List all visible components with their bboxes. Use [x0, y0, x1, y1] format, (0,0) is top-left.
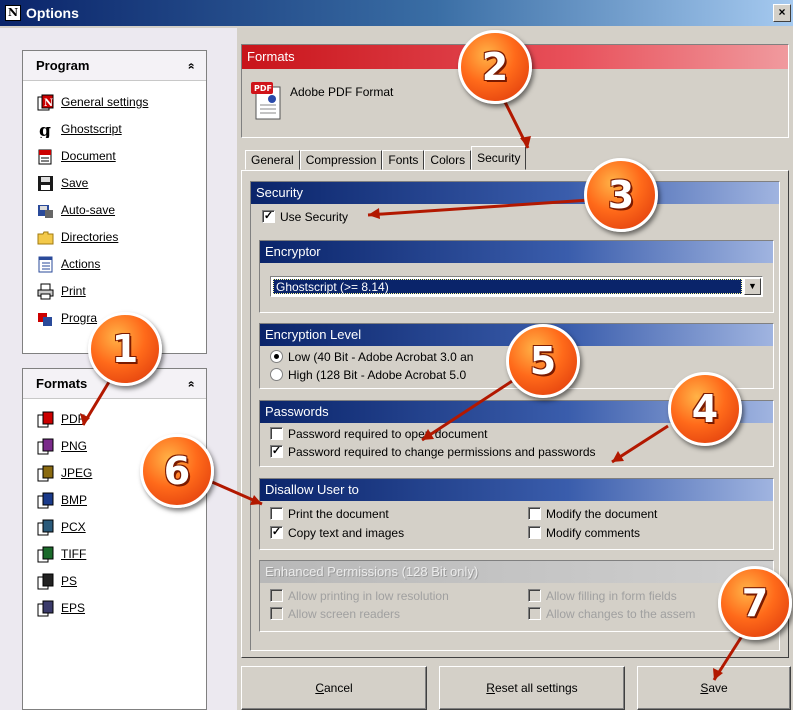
- allow-form-fill-checkbox[interactable]: Allow filling in form fields: [528, 589, 677, 603]
- pdf-document-icon: PDF: [251, 82, 281, 120]
- sidebar-item-document[interactable]: Document: [23, 146, 206, 173]
- tab-fonts[interactable]: Fonts: [382, 150, 425, 170]
- password-permissions-checkbox[interactable]: ✓ Password required to change permission…: [270, 445, 596, 459]
- enhanced-permissions-group: Enhanced Permissions (128 Bit only) Allo…: [259, 560, 774, 632]
- callout-5-badge: 5: [506, 324, 580, 398]
- sidebar-item-pcx[interactable]: PCX: [23, 517, 206, 544]
- save-button[interactable]: Save: [637, 666, 791, 710]
- encryptor-select[interactable]: Ghostscript (>= 8.14) ▼: [270, 276, 763, 297]
- disallow-comments-checkbox[interactable]: Modify comments: [528, 526, 640, 540]
- unchecked-box-icon[interactable]: [528, 607, 541, 620]
- disallow-print-checkbox[interactable]: Print the document: [270, 507, 389, 521]
- sidebar-item-save[interactable]: Save: [23, 173, 206, 200]
- callout-7-badge: 7: [718, 566, 792, 640]
- unchecked-box-icon[interactable]: [528, 507, 541, 520]
- checked-box-icon[interactable]: ✓: [270, 526, 283, 539]
- enhanced-section-title: Enhanced Permissions (128 Bit only): [260, 561, 773, 583]
- program-panel-header[interactable]: Program »: [23, 51, 206, 81]
- window-title: Options: [26, 5, 79, 21]
- disallow-modify-checkbox[interactable]: Modify the document: [528, 507, 657, 521]
- tab-colors[interactable]: Colors: [424, 150, 472, 170]
- tab-bar: General Compression Fonts Colors Securit…: [245, 146, 527, 170]
- reset-all-settings-button[interactable]: Reset all settings: [439, 666, 625, 710]
- password-open-checkbox[interactable]: Password required to open document: [270, 427, 487, 441]
- program-panel: Program » N General settings g Ghostscri…: [22, 50, 207, 354]
- svg-text:N: N: [44, 98, 53, 109]
- formats-panel-title: Formats: [36, 376, 88, 391]
- sidebar-item-actions[interactable]: Actions: [23, 254, 206, 281]
- sidebar-item-general-settings[interactable]: N General settings: [23, 92, 206, 119]
- formats-panel: Formats » PDF PNG JPEG BMP PCX TIFF PS E…: [22, 368, 207, 710]
- auto-save-icon: [38, 205, 53, 218]
- tab-general[interactable]: General: [245, 150, 300, 170]
- callout-3-badge: 3: [584, 158, 658, 232]
- pcx-format-icon: [37, 519, 54, 536]
- encryptor-section-title: Encryptor: [260, 241, 773, 263]
- use-security-checkbox[interactable]: ✓ Use Security: [262, 210, 348, 224]
- sidebar-item-tiff[interactable]: TIFF: [23, 544, 206, 571]
- document-icon: [38, 149, 52, 165]
- encryptor-selected-value: Ghostscript (>= 8.14): [273, 279, 742, 294]
- options-window: N Options × Program » N General settings…: [0, 0, 793, 710]
- unchecked-box-icon[interactable]: [270, 507, 283, 520]
- unchecked-box-icon[interactable]: [270, 427, 283, 440]
- sidebar-item-print[interactable]: Print: [23, 281, 206, 308]
- collapse-chevron-icon[interactable]: »: [176, 63, 206, 70]
- allow-low-res-print-checkbox[interactable]: Allow printing in low resolution: [270, 589, 449, 603]
- callout-2-badge: 2: [458, 30, 532, 104]
- radio-unselected-icon[interactable]: [270, 368, 283, 381]
- sidebar-item-ghostscript[interactable]: g Ghostscript: [23, 119, 206, 146]
- unchecked-box-icon[interactable]: [270, 589, 283, 602]
- title-bar: N Options ×: [0, 0, 793, 26]
- tab-compression[interactable]: Compression: [299, 150, 383, 170]
- sidebar-item-pdf[interactable]: PDF: [23, 409, 206, 436]
- allow-assembly-changes-checkbox[interactable]: Allow changes to the assem: [528, 607, 695, 621]
- folder-icon: [37, 231, 54, 245]
- tiff-format-icon: [37, 546, 54, 563]
- dropdown-arrow-icon[interactable]: ▼: [744, 278, 761, 295]
- app-icon: N: [5, 5, 21, 21]
- pdf-format-icon: [37, 411, 54, 428]
- encryptor-group: Encryptor Ghostscript (>= 8.14) ▼: [259, 240, 774, 313]
- program-icon: [38, 313, 52, 326]
- bmp-format-icon: [37, 492, 54, 509]
- unchecked-box-icon[interactable]: [528, 589, 541, 602]
- floppy-disk-icon: [38, 176, 53, 191]
- printer-icon: [37, 283, 54, 300]
- format-name: Adobe PDF Format: [290, 85, 394, 99]
- cancel-button[interactable]: Cancel: [241, 666, 427, 710]
- program-panel-title: Program: [36, 58, 90, 73]
- unchecked-box-icon[interactable]: [528, 526, 541, 539]
- sidebar-item-ps[interactable]: PS: [23, 571, 206, 598]
- jpeg-format-icon: [37, 465, 54, 482]
- security-section-title: Security: [251, 182, 779, 204]
- checked-box-icon[interactable]: ✓: [270, 445, 283, 458]
- collapse-chevron-icon[interactable]: »: [176, 381, 206, 388]
- eps-format-icon: [37, 600, 54, 617]
- use-security-check-icon[interactable]: ✓: [262, 210, 275, 223]
- sidebar-item-directories[interactable]: Directories: [23, 227, 206, 254]
- tab-security[interactable]: Security: [471, 146, 527, 170]
- unchecked-box-icon[interactable]: [270, 607, 283, 620]
- ghostscript-icon: g: [39, 121, 51, 138]
- callout-4-badge: 4: [668, 372, 742, 446]
- disallow-section-title: Disallow User to: [260, 479, 773, 501]
- svg-text:PDF: PDF: [254, 84, 272, 93]
- encryption-low-radio[interactable]: Low (40 Bit - Adobe Acrobat 3.0 an: [270, 350, 473, 364]
- ps-format-icon: [37, 573, 54, 590]
- sidebar-item-auto-save[interactable]: Auto-save: [23, 200, 206, 227]
- sidebar-item-eps[interactable]: EPS: [23, 598, 206, 625]
- general-settings-icon: N: [37, 94, 54, 111]
- allow-screen-readers-checkbox[interactable]: Allow screen readers: [270, 607, 400, 621]
- encryption-high-radio[interactable]: High (128 Bit - Adobe Acrobat 5.0: [270, 368, 466, 382]
- callout-1-badge: 1: [88, 312, 162, 386]
- disallow-copy-checkbox[interactable]: ✓ Copy text and images: [270, 526, 404, 540]
- radio-selected-icon[interactable]: [270, 350, 283, 363]
- actions-icon: [38, 256, 53, 273]
- svg-text:g: g: [39, 121, 51, 138]
- disallow-group: Disallow User to Print the document Modi…: [259, 478, 774, 550]
- close-button[interactable]: ×: [773, 4, 791, 22]
- png-format-icon: [37, 438, 54, 455]
- callout-6-badge: 6: [140, 434, 214, 508]
